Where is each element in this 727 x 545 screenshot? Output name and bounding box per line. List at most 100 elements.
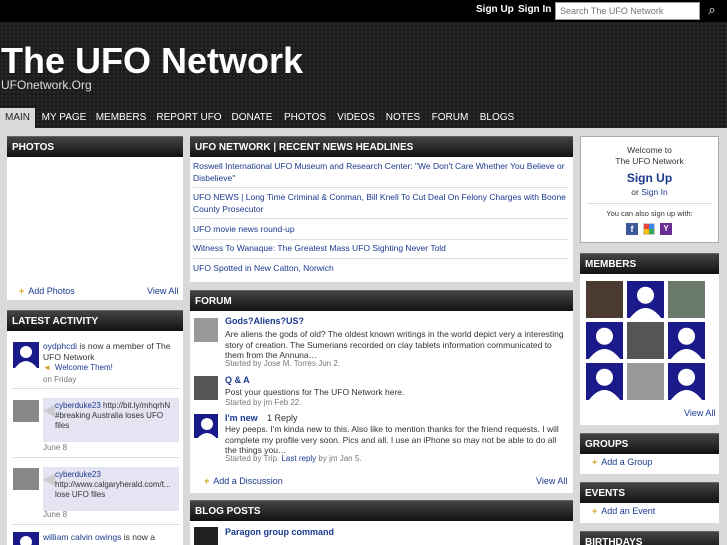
forum-post-title[interactable]: Q & A bbox=[225, 375, 250, 385]
add-photos-link[interactable]: + Add Photos bbox=[19, 286, 75, 296]
add-event-link[interactable]: + Add an Event bbox=[592, 506, 655, 516]
photos-title: PHOTOS bbox=[7, 136, 183, 157]
member-avatar[interactable] bbox=[668, 363, 705, 400]
forum-post-meta: Started by Jose M. Torres Jun 2. bbox=[225, 359, 341, 368]
add-group-link[interactable]: + Add a Group bbox=[592, 457, 652, 467]
search-icon[interactable]: ⌕ bbox=[702, 2, 722, 20]
activity-title: LATEST ACTIVITY bbox=[7, 310, 183, 331]
news-link[interactable]: Witness To Wanaque: The Greatest Mass UF… bbox=[193, 243, 568, 259]
forum-title: FORUM bbox=[190, 290, 573, 311]
news-link[interactable]: UFO NEWS | Long Time Criminal & Conman, … bbox=[193, 192, 568, 219]
site-subtitle: UFOnetwork.Org bbox=[1, 78, 92, 92]
forum-post-meta: Started by jm Feb 22. bbox=[225, 398, 302, 407]
welcome-module: Welcome to The UFO Network Sign Up or Si… bbox=[580, 136, 719, 243]
site-title[interactable]: The UFO Network bbox=[1, 40, 303, 82]
tab-my-page[interactable]: MY PAGE bbox=[38, 108, 90, 128]
member-avatar[interactable] bbox=[627, 363, 664, 400]
activity-item: oydphcdi is now a member of The UFO Netw… bbox=[43, 341, 171, 362]
groups-title: GROUPS bbox=[580, 433, 719, 454]
members-title: MEMBERS bbox=[580, 253, 719, 274]
forum-view-all[interactable]: View All bbox=[536, 476, 567, 486]
member-avatar[interactable] bbox=[668, 322, 705, 359]
avatar[interactable] bbox=[13, 468, 39, 490]
forum-post-meta: Started by Trip. Last reply by jm Jan 5. bbox=[225, 454, 362, 463]
forum-post-body: Hey peeps. I'm kinda new to this. Also l… bbox=[225, 424, 559, 455]
activity-module: LATEST ACTIVITY oydphcdi is now a member… bbox=[7, 310, 183, 545]
avatar[interactable] bbox=[13, 400, 39, 422]
welcome-network: The UFO Network bbox=[615, 156, 684, 166]
welcome-signin[interactable]: Sign In bbox=[641, 187, 667, 197]
activity-user-link[interactable]: cyberduke23 bbox=[55, 401, 101, 410]
member-avatar[interactable] bbox=[668, 281, 705, 318]
member-avatar[interactable] bbox=[586, 281, 623, 318]
avatar[interactable] bbox=[194, 318, 218, 342]
forum-post-body: Post your questions for The UFO Network … bbox=[225, 387, 405, 397]
member-avatar[interactable] bbox=[627, 322, 664, 359]
tab-blogs[interactable]: BLOGS bbox=[476, 108, 518, 128]
activity-date: on Friday bbox=[43, 375, 77, 384]
activity-date: June 8 bbox=[43, 510, 68, 519]
tab-notes[interactable]: NOTES bbox=[383, 108, 423, 128]
tab-forum[interactable]: FORUM bbox=[428, 108, 472, 128]
signup-with-text: You can also sign up with: bbox=[606, 209, 693, 218]
news-link[interactable]: Roswell International UFO Museum and Res… bbox=[193, 161, 568, 188]
events-title: EVENTS bbox=[580, 482, 719, 503]
news-module: UFO NETWORK | RECENT NEWS HEADLINES Rosw… bbox=[190, 136, 573, 282]
welcome-or: or Sign In bbox=[631, 187, 668, 197]
activity-user-link[interactable]: oydphcdi bbox=[43, 341, 77, 351]
activity-item: ◀ cyberduke23 http://www.calgaryherald.c… bbox=[43, 467, 179, 511]
quote-arrow-icon: ◀ bbox=[43, 402, 56, 419]
blog-title: BLOG POSTS bbox=[190, 500, 573, 521]
forum-module: FORUM Gods?Aliens?US? Are aliens the god… bbox=[190, 290, 573, 493]
forum-post-body: Are aliens the gods of old? The oldest k… bbox=[225, 329, 564, 360]
welcome-them-link[interactable]: ◄ Welcome Them! bbox=[43, 363, 113, 372]
avatar[interactable] bbox=[194, 376, 218, 400]
google-icon[interactable] bbox=[643, 223, 655, 235]
avatar[interactable] bbox=[13, 342, 39, 368]
news-title: UFO NETWORK | RECENT NEWS HEADLINES bbox=[190, 136, 573, 157]
tab-videos[interactable]: VIDEOS bbox=[334, 108, 378, 128]
yahoo-icon[interactable]: Y bbox=[660, 223, 672, 235]
birthdays-title: BIRTHDAYS bbox=[580, 531, 719, 545]
blog-post-title[interactable]: Paragon group command bbox=[225, 527, 334, 537]
photos-view-all[interactable]: View All bbox=[147, 286, 178, 296]
last-reply-link[interactable]: Last reply bbox=[281, 454, 316, 463]
avatar[interactable] bbox=[194, 414, 218, 438]
facebook-icon[interactable]: f bbox=[626, 223, 638, 235]
megaphone-icon: ◄ bbox=[43, 363, 51, 372]
quote-arrow-icon: ◀ bbox=[43, 471, 56, 488]
forum-post-title[interactable]: I'm new bbox=[225, 413, 258, 423]
avatar[interactable] bbox=[13, 532, 39, 545]
groups-module: GROUPS + Add a Group bbox=[580, 433, 719, 474]
tab-photos[interactable]: PHOTOS bbox=[282, 108, 328, 128]
news-link[interactable]: UFO Spotted in New Catton, Norwich bbox=[193, 263, 568, 278]
welcome-signup[interactable]: Sign Up bbox=[581, 171, 718, 185]
top-bar: Sign Up Sign In ⌕ bbox=[0, 0, 727, 22]
add-discussion-link[interactable]: + Add a Discussion bbox=[204, 476, 283, 486]
tab-report-ufo[interactable]: REPORT UFO bbox=[155, 108, 223, 128]
news-link[interactable]: UFO movie news round-up bbox=[193, 224, 568, 240]
activity-user-link[interactable]: william calvin owings bbox=[43, 532, 121, 542]
reply-count: 1 Reply bbox=[267, 413, 298, 423]
search-input[interactable] bbox=[555, 2, 700, 20]
member-avatar[interactable] bbox=[586, 322, 623, 359]
members-module: MEMBERS View All bbox=[580, 253, 719, 425]
events-module: EVENTS + Add an Event bbox=[580, 482, 719, 523]
member-avatar[interactable] bbox=[586, 363, 623, 400]
welcome-text: Welcome to bbox=[627, 145, 672, 155]
member-avatar[interactable] bbox=[627, 281, 664, 318]
signup-link[interactable]: Sign Up bbox=[476, 4, 514, 15]
avatar[interactable] bbox=[194, 527, 218, 545]
forum-post-title[interactable]: Gods?Aliens?US? bbox=[225, 316, 304, 326]
activity-item: william calvin owings is now a bbox=[43, 532, 155, 542]
blog-module: BLOG POSTS Paragon group command bbox=[190, 500, 573, 545]
members-view-all[interactable]: View All bbox=[684, 408, 715, 418]
tab-members[interactable]: MEMBERS bbox=[94, 108, 148, 128]
activity-user-link[interactable]: cyberduke23 bbox=[55, 470, 101, 479]
tab-main[interactable]: MAIN bbox=[0, 108, 35, 128]
signin-link[interactable]: Sign In bbox=[518, 4, 551, 15]
tab-donate[interactable]: DONATE bbox=[229, 108, 275, 128]
activity-date: June 8 bbox=[43, 443, 68, 452]
birthdays-module: BIRTHDAYS bbox=[580, 531, 719, 545]
photos-module: PHOTOS + Add Photos View All bbox=[7, 136, 183, 300]
